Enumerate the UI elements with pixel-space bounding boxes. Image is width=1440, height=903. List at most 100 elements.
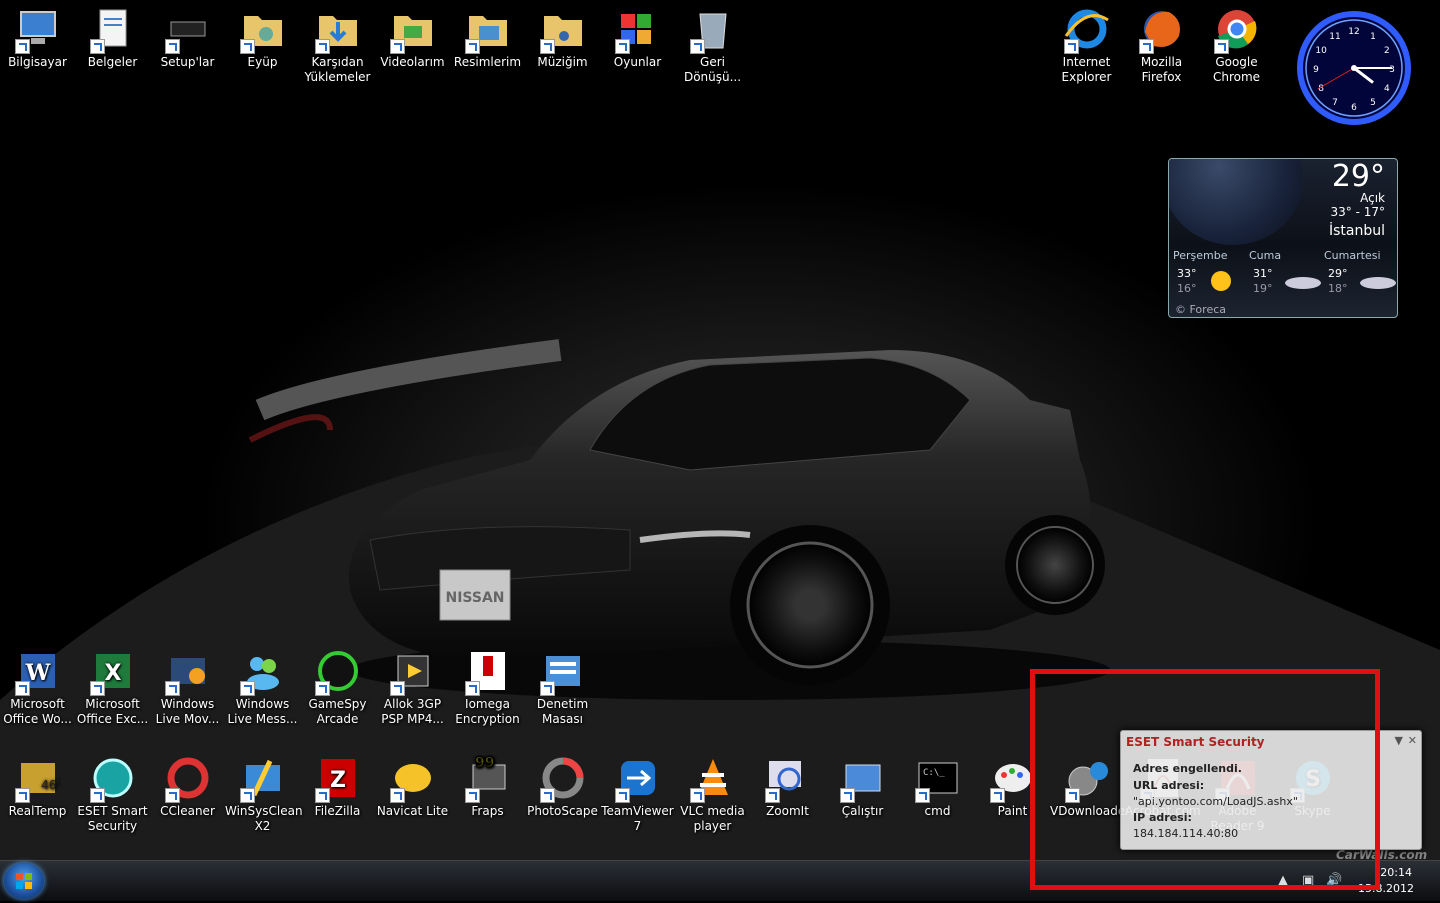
- tray-time[interactable]: 20:14: [1380, 866, 1412, 879]
- weather-temperature: 29°: [1331, 159, 1385, 194]
- desktop-icon[interactable]: Karşıdan Yüklemeler: [300, 0, 375, 85]
- desktop-icon-label: Denetim Masası: [536, 697, 589, 726]
- shortcut-arrow-icon: [314, 788, 330, 803]
- desktop-icon-label: Fraps: [471, 804, 504, 818]
- videos-folder-icon: [389, 6, 436, 54]
- desktop-icon-label: Setup'lar: [160, 55, 215, 69]
- svg-text:C:\_: C:\_: [923, 768, 945, 778]
- desktop-icon[interactable]: TeamViewer 7: [600, 749, 675, 834]
- desktop-icon-label: Mozilla Firefox: [1140, 55, 1183, 84]
- svg-text:X: X: [104, 661, 121, 686]
- desktop-icon-label: Çalıştır: [841, 804, 884, 818]
- desktop-icon[interactable]: Denetim Masası: [525, 642, 600, 727]
- svg-text:Z: Z: [330, 768, 346, 793]
- desktop-icon[interactable]: PhotoScape: [525, 749, 600, 819]
- desktop-icon-label: Windows Live Mov...: [155, 697, 220, 726]
- weather-condition: Açık: [1360, 191, 1385, 205]
- filezilla-icon: Z: [314, 755, 361, 803]
- photoscape-icon: [539, 755, 586, 803]
- shortcut-arrow-icon: [464, 39, 480, 54]
- weather-range: 33° - 17°: [1330, 205, 1386, 219]
- user-folder-icon: [239, 6, 286, 54]
- shortcut-arrow-icon: [14, 681, 30, 696]
- shortcut-arrow-icon: [314, 681, 330, 696]
- desktop-icon[interactable]: ESET Smart Security: [75, 749, 150, 834]
- weather-gadget[interactable]: 29° Açık 33° - 17° İstanbul Perşembe 33°…: [1168, 158, 1398, 318]
- desktop-icon[interactable]: Setup'lar: [150, 0, 225, 70]
- shortcut-arrow-icon: [314, 39, 330, 54]
- winsysclean-icon: [239, 755, 286, 803]
- svg-text:46°: 46°: [41, 778, 61, 792]
- desktop-icon-label: Eyüp: [247, 55, 278, 69]
- desktop-icon-label: Allok 3GP PSP MP4...: [381, 697, 444, 726]
- clock-numeral: 9: [1313, 65, 1319, 75]
- desktop-icon[interactable]: X Microsoft Office Exc...: [75, 642, 150, 727]
- shortcut-arrow-icon: [239, 788, 255, 803]
- shortcut-arrow-icon: [164, 788, 180, 803]
- windows-logo-icon: [16, 873, 32, 889]
- desktop-icon[interactable]: Çalıştır: [825, 749, 900, 819]
- desktop-icon-label: Windows Live Mess...: [227, 697, 298, 726]
- desktop-icon[interactable]: VLC media player: [675, 749, 750, 834]
- forecast-day-name: Cuma: [1249, 249, 1282, 262]
- desktop-icon[interactable]: Oyunlar: [600, 0, 675, 70]
- desktop-icon[interactable]: Geri Dönüşü...: [675, 0, 750, 85]
- desktop-icon[interactable]: Müziğim: [525, 0, 600, 70]
- car-badge: NISSAN: [445, 590, 504, 606]
- desktop-icon[interactable]: GameSpy Arcade: [300, 642, 375, 727]
- run-icon: [839, 755, 886, 803]
- desktop-icon[interactable]: Iomega Encryption: [450, 642, 525, 727]
- desktop-icon[interactable]: WinSysClean X2: [225, 749, 303, 834]
- desktop-icon[interactable]: Mozilla Firefox: [1124, 0, 1199, 85]
- sun-icon: [1207, 267, 1235, 298]
- desktop-icon[interactable]: Z FileZilla: [300, 749, 375, 819]
- desktop-icon[interactable]: C:\_ cmd: [900, 749, 975, 819]
- desktop-icon[interactable]: Resimlerim: [450, 0, 525, 70]
- notification-close-icon[interactable]: ✕: [1408, 734, 1417, 747]
- desktop-icon-label: Geri Dönüşü...: [683, 55, 742, 84]
- forecast-day-name: Perşembe: [1173, 249, 1228, 262]
- notification-options-icon[interactable]: ▼: [1395, 734, 1403, 747]
- forecast-day-name: Cumartesi: [1324, 249, 1381, 262]
- desktop-icon[interactable]: 46° RealTemp: [0, 749, 75, 819]
- desktop-icon[interactable]: Windows Live Mov...: [150, 642, 225, 727]
- desktop-icon[interactable]: W Microsoft Office Wo...: [0, 642, 75, 727]
- documents-icon: [89, 6, 136, 54]
- desktop-icon[interactable]: Allok 3GP PSP MP4...: [375, 642, 450, 727]
- clock-gadget[interactable]: 1 2 3 4 5 6 7 8 9 10 11 12: [1296, 10, 1412, 126]
- shortcut-arrow-icon: [539, 681, 555, 696]
- forecast-low: 18°: [1328, 282, 1348, 295]
- cmd-icon: C:\_: [914, 755, 961, 803]
- weather-credit: © Foreca: [1175, 303, 1226, 316]
- desktop-icon[interactable]: Belgeler: [75, 0, 150, 70]
- firefox-icon: [1138, 6, 1185, 54]
- desktop-icon[interactable]: ZoomIt: [750, 749, 825, 819]
- iomega-icon: [464, 648, 511, 696]
- paint-icon: [989, 755, 1036, 803]
- desktop-icon[interactable]: Bilgisayar: [0, 0, 75, 70]
- desktop-icon[interactable]: 99 Fraps: [450, 749, 525, 819]
- desktop-icon[interactable]: Eyüp: [225, 0, 300, 70]
- desktop-icon-label: Resimlerim: [453, 55, 522, 69]
- forecast-low: 16°: [1177, 282, 1197, 295]
- desktop-icon-label: Videolarım: [380, 55, 445, 69]
- desktop-icon[interactable]: Google Chrome: [1199, 0, 1274, 85]
- shortcut-arrow-icon: [539, 39, 555, 54]
- forecast-day: Cuma 31° 19°: [1249, 249, 1321, 295]
- ccleaner-icon: [164, 755, 211, 803]
- desktop-icon[interactable]: CCleaner: [150, 749, 225, 819]
- start-button[interactable]: [4, 863, 44, 899]
- clock-numeral: 3: [1389, 65, 1395, 75]
- desktop-icon[interactable]: Internet Explorer: [1049, 0, 1124, 85]
- desktop-icon[interactable]: Videolarım: [375, 0, 450, 70]
- forecast-high: 33°: [1177, 267, 1197, 280]
- realtemp-icon: 46°: [14, 755, 61, 803]
- desktop-icon-label: Microsoft Office Wo...: [3, 697, 72, 726]
- shortcut-arrow-icon: [1213, 39, 1229, 54]
- shortcut-arrow-icon: [464, 788, 480, 803]
- vlc-icon: [689, 755, 736, 803]
- desktop-icon[interactable]: Navicat Lite: [375, 749, 450, 819]
- shortcut-arrow-icon: [689, 788, 705, 803]
- desktop-icon[interactable]: Windows Live Mess...: [225, 642, 300, 727]
- shortcut-arrow-icon: [389, 681, 405, 696]
